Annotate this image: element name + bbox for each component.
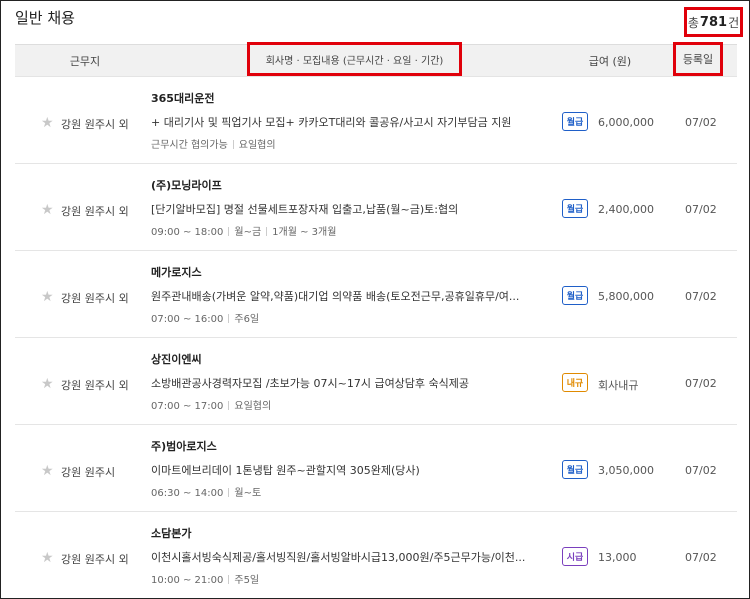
job-row[interactable]: ★ 강원 원주시 외 소담본가 이천시홀서빙숙식제공/홀서빙직원/홀서빙알바시급… bbox=[15, 512, 737, 598]
total-prefix: 총 bbox=[687, 15, 699, 30]
job-meta: 06:30 ~ 14:00 월~토 bbox=[151, 484, 261, 499]
star-icon[interactable]: ★ bbox=[41, 376, 54, 392]
star-icon[interactable]: ★ bbox=[41, 463, 54, 479]
registered-date: 07/02 bbox=[685, 116, 717, 129]
job-description[interactable]: + 대리기사 및 픽업기사 모집+ 카카오T대리와 콜공유/사고시 자기부담금 … bbox=[151, 114, 531, 130]
pay-type-badge: 월급 bbox=[562, 460, 588, 479]
pay-type-badge: 월급 bbox=[562, 286, 588, 305]
pay-type-badge: 월급 bbox=[562, 112, 588, 131]
total-count: 총 781 건 bbox=[684, 7, 743, 37]
job-description[interactable]: 이천시홀서빙숙식제공/홀서빙직원/홀서빙알바시급13,000원/주5근무가능/이… bbox=[151, 549, 531, 565]
total-suffix: 건 bbox=[728, 15, 740, 30]
job-location: 강원 원주시 외 bbox=[61, 553, 129, 566]
meta-item: 07:00 ~ 17:00 bbox=[151, 401, 224, 412]
job-meta: 근무시간 협의가능 요일협의 bbox=[151, 136, 276, 151]
job-row[interactable]: ★ 강원 원주시 외 (주)모닝라이프 [단기알바모집] 명절 선물세트포장자재… bbox=[15, 164, 737, 251]
job-row[interactable]: ★ 강원 원주시 외 메가로지스 원주관내배송(가벼운 알약,약품)대기업 의약… bbox=[15, 251, 737, 338]
meta-separator bbox=[228, 314, 230, 323]
meta-item: 요일협의 bbox=[234, 401, 272, 412]
company-name[interactable]: (주)모닝라이프 bbox=[151, 177, 222, 193]
pay-amount: 회사내규 bbox=[598, 379, 639, 392]
star-icon[interactable]: ★ bbox=[41, 202, 54, 218]
meta-separator bbox=[228, 401, 230, 410]
job-location: 강원 원주시 외 bbox=[61, 292, 129, 305]
meta-item: 09:00 ~ 18:00 bbox=[151, 227, 224, 238]
pay-amount: 2,400,000 bbox=[598, 203, 654, 216]
job-description[interactable]: 원주관내배송(가벼운 알약,약품)대기업 의약품 배송(토오전근무,공휴일휴무/… bbox=[151, 288, 531, 304]
registered-date: 07/02 bbox=[685, 551, 717, 564]
header-title[interactable]: 회사명 · 모집내용 (근무시간 · 요일 · 기간) bbox=[247, 42, 462, 76]
meta-separator bbox=[228, 227, 230, 236]
pay-type-badge: 시급 bbox=[562, 547, 588, 566]
meta-item: 주6일 bbox=[234, 314, 260, 325]
pay-amount: 3,050,000 bbox=[598, 464, 654, 477]
meta-item: 1개월 ~ 3개월 bbox=[272, 227, 337, 238]
pay-type-badge: 월급 bbox=[562, 199, 588, 218]
job-location: 강원 원주시 외 bbox=[61, 205, 129, 218]
job-meta: 10:00 ~ 21:00 주5일 bbox=[151, 571, 259, 586]
job-location: 강원 원주시 bbox=[61, 466, 116, 479]
meta-item: 07:00 ~ 16:00 bbox=[151, 314, 224, 325]
meta-separator bbox=[228, 575, 230, 584]
registered-date: 07/02 bbox=[685, 464, 717, 477]
pay-amount: 5,800,000 bbox=[598, 290, 654, 303]
meta-item: 근무시간 협의가능 bbox=[151, 140, 228, 151]
meta-item: 월~금 bbox=[234, 227, 262, 238]
job-location: 강원 원주시 외 bbox=[61, 379, 129, 392]
company-name[interactable]: 주)범아로지스 bbox=[151, 438, 217, 454]
pay-type-badge: 내규 bbox=[562, 373, 588, 392]
star-icon[interactable]: ★ bbox=[41, 115, 54, 131]
registered-date: 07/02 bbox=[685, 203, 717, 216]
job-location: 강원 원주시 외 bbox=[61, 118, 129, 131]
pay-amount: 13,000 bbox=[598, 551, 637, 564]
job-description[interactable]: 이마트에브리데이 1톤냉탑 원주~관할지역 305완제(당사) bbox=[151, 462, 531, 478]
meta-item: 요일협의 bbox=[238, 140, 276, 151]
total-number: 781 bbox=[699, 14, 728, 30]
header-pay[interactable]: 급여 (원) bbox=[555, 45, 665, 76]
header-date[interactable]: 등록일 bbox=[673, 42, 723, 76]
meta-item: 06:30 ~ 14:00 bbox=[151, 488, 224, 499]
job-listing-panel: 일반 채용 총 781 건 근무지 회사명 · 모집내용 (근무시간 · 요일 … bbox=[0, 0, 750, 599]
section-title: 일반 채용 bbox=[15, 9, 75, 27]
company-name[interactable]: 365대리운전 bbox=[151, 90, 214, 106]
job-description[interactable]: [단기알바모집] 명절 선물세트포장자재 입출고,납품(월~금)토:협의 bbox=[151, 201, 531, 217]
meta-item: 월~토 bbox=[234, 488, 262, 499]
job-meta: 07:00 ~ 16:00 주6일 bbox=[151, 310, 259, 325]
registered-date: 07/02 bbox=[685, 377, 717, 390]
star-icon[interactable]: ★ bbox=[41, 289, 54, 305]
meta-item: 주5일 bbox=[234, 575, 260, 586]
job-row[interactable]: ★ 강원 원주시 외 365대리운전 + 대리기사 및 픽업기사 모집+ 카카오… bbox=[15, 77, 737, 164]
star-icon[interactable]: ★ bbox=[41, 550, 54, 566]
job-meta: 07:00 ~ 17:00 요일협의 bbox=[151, 397, 271, 412]
job-description[interactable]: 소방배관공사경력자모집 /초보가능 07시~17시 급여상담후 숙식제공 bbox=[151, 375, 531, 391]
registered-date: 07/02 bbox=[685, 290, 717, 303]
job-meta: 09:00 ~ 18:00 월~금 1개월 ~ 3개월 bbox=[151, 223, 336, 238]
pay-amount: 6,000,000 bbox=[598, 116, 654, 129]
meta-item: 10:00 ~ 21:00 bbox=[151, 575, 224, 586]
company-name[interactable]: 메가로지스 bbox=[151, 264, 202, 280]
meta-separator bbox=[266, 227, 268, 236]
list-header: 근무지 회사명 · 모집내용 (근무시간 · 요일 · 기간) 급여 (원) 등… bbox=[15, 42, 737, 77]
job-row[interactable]: ★ 강원 원주시 외 상진이엔씨 소방배관공사경력자모집 /초보가능 07시~1… bbox=[15, 338, 737, 425]
meta-separator bbox=[232, 140, 234, 149]
job-row[interactable]: ★ 강원 원주시 주)범아로지스 이마트에브리데이 1톤냉탑 원주~관할지역 3… bbox=[15, 425, 737, 512]
header-location[interactable]: 근무지 bbox=[15, 45, 155, 76]
company-name[interactable]: 소담본가 bbox=[151, 525, 191, 541]
company-name[interactable]: 상진이엔씨 bbox=[151, 351, 202, 367]
meta-separator bbox=[228, 488, 230, 497]
